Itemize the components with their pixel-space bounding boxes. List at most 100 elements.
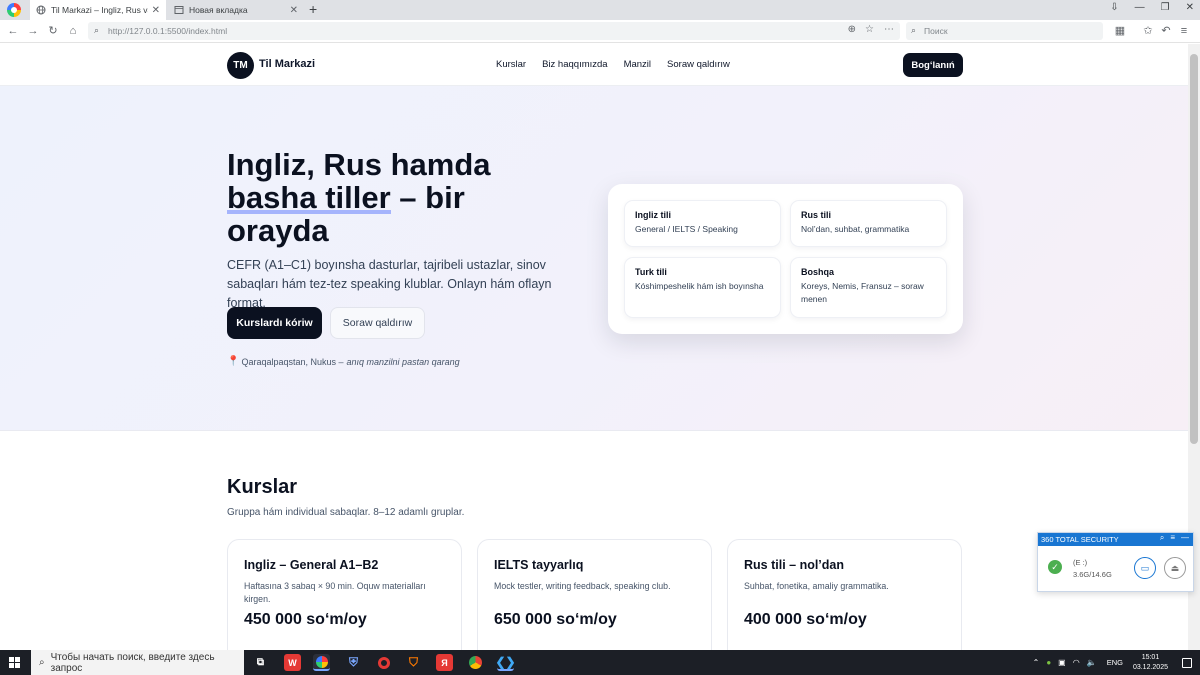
eject-icon[interactable]: ⏏ [1164,557,1186,579]
bookmark-star-icon[interactable]: ☆ [865,24,874,35]
course-price: 400 000 so‘m/oy [744,611,867,628]
tab-title: Til Markazi – Ingliz, Rus va ba [51,5,148,15]
leave-request-button[interactable]: Soraw qaldırıw [330,307,425,339]
network-icon[interactable]: ▣ [1058,658,1066,667]
location-note: anıq manzilni pastan qarang [346,356,460,367]
browser-logo-icon[interactable] [7,3,21,17]
language-indicator[interactable]: ENG [1107,658,1123,667]
language-name: Rus tili [801,210,832,220]
browser-search-input[interactable]: ⌕ Поиск [906,22,1103,40]
search-icon: ⌕ [39,657,45,668]
nav-link-request[interactable]: Soraw qaldırıw [667,59,730,70]
reload-icon[interactable]: ↻ [46,23,60,39]
contact-button[interactable]: Bog‘lanıń [903,53,963,77]
system-tray: ⌃ ● ▣ ◠ 🔈 ENG 15:01 03.12.2025 [1033,650,1200,675]
language-name: Ingliz tili [635,210,671,220]
pin-icon: 📍 [227,356,240,367]
url-text: http://127.0.0.1:5500/index.html [108,26,228,36]
scrollbar-thumb[interactable] [1190,54,1198,444]
window-controls: ⇩ — ❐ ✕ [1110,2,1194,13]
zoom-icon[interactable]: ⊕ [848,24,856,35]
language-card-russian[interactable]: Rus tili Nol’dan, suhbat, grammatika [790,200,947,247]
volume-icon[interactable]: 🔈 [1087,658,1097,667]
nav-link-about[interactable]: Biz haqqımızda [542,59,607,70]
logo-text[interactable]: Til Markazi [259,58,315,70]
brave-icon[interactable]: ⛉ [405,654,422,671]
hero-title: Ingliz, Rus hamda basha tiller – bir ora… [227,148,557,247]
shield-app-icon[interactable]: ⛨ [345,654,362,671]
menu-icon[interactable]: ≡ [1177,23,1191,39]
language-name: Boshqa [801,267,835,277]
downloads-icon[interactable]: ⇩ [1110,2,1118,13]
security-popup-header: 360 TOTAL SECURITY ⌕ ≡ — [1038,533,1193,546]
vscode-icon[interactable]: ❮❯ [495,654,516,671]
language-card-turkish[interactable]: Turk tili Kóshimpeshelik hám ish boyınsh… [624,257,781,318]
search-icon: ⌕ [911,25,917,35]
main-nav: Kurslar Biz haqqımızda Manzil Soraw qald… [496,59,730,70]
browser-tab-active[interactable]: Til Markazi – Ingliz, Rus va ba ✕ [30,0,166,20]
minimize-icon[interactable]: — [1135,2,1145,13]
yandex-icon[interactable]: Я [436,654,453,671]
clock-date: 03.12.2025 [1132,663,1168,671]
taskbar: ⌕ Чтобы начать поиск, введите здесь запр… [0,650,1200,675]
taskbar-search-input[interactable]: ⌕ Чтобы начать поиск, введите здесь запр… [31,650,244,675]
course-title: Rus tili – nol’dan [744,558,845,572]
favorites-icon[interactable]: ✩ [1141,23,1155,39]
search-icon: ⌕ [94,25,100,35]
browser-app-icon[interactable] [313,654,330,671]
logo-badge[interactable]: TM [227,52,254,79]
view-courses-button[interactable]: Kurslardı kóriw [227,307,322,339]
hero-title-highlight: basha tiller [227,180,391,215]
wifi-icon[interactable]: ◠ [1073,658,1080,667]
wps-office-icon[interactable]: W [284,654,301,671]
restore-icon[interactable]: ❐ [1161,2,1170,13]
close-window-icon[interactable]: ✕ [1186,2,1194,13]
menu-icon[interactable]: ≡ [1170,533,1175,543]
folder-icon[interactable]: ▭ [1134,557,1156,579]
courses-subtitle: Gruppa hám individual sabaqlar. 8–12 ada… [227,507,465,518]
check-icon: ✓ [1048,560,1062,574]
drive-info: (E :) 3.6G/14.6G [1073,557,1112,581]
new-tab-icon[interactable]: + [309,1,317,17]
drive-label: (E :) [1073,558,1088,567]
minimize-icon[interactable]: — [1181,533,1189,543]
tab-close-icon[interactable]: ✕ [290,5,298,16]
clock[interactable]: 15:01 03.12.2025 [1133,653,1168,673]
course-card[interactable]: IELTS tayyarlıq Mock testler, writing fe… [477,539,712,650]
forward-icon[interactable]: → [26,23,40,39]
address-bar[interactable]: ⌕ http://127.0.0.1:5500/index.html ⊕ ☆ ⋯ [88,22,900,40]
back-icon[interactable]: ← [6,23,20,39]
nav-link-address[interactable]: Manzil [624,59,651,70]
drive-size: 3.6G/14.6G [1073,570,1112,579]
chrome-icon[interactable] [467,654,484,671]
security-popup: 360 TOTAL SECURITY ⌕ ≡ — ✓ (E :) 3.6G/14… [1037,532,1194,592]
chevron-up-icon[interactable]: ⌃ [1033,658,1040,667]
course-card[interactable]: Rus tili – nol’dan Suhbat, fonetika, ama… [727,539,962,650]
opera-icon[interactable] [375,654,392,671]
page-icon [174,5,184,15]
language-card-other[interactable]: Boshqa Koreys, Nemis, Fransuz – soraw me… [790,257,947,318]
clock-time: 15:01 [1141,653,1160,661]
languages-panel: Ingliz tili General / IELTS / Speaking R… [608,184,963,334]
search-icon[interactable]: ⌕ [1160,533,1164,543]
undo-icon[interactable]: ↶ [1159,23,1173,39]
language-name: Turk tili [635,267,667,277]
security-tray-icon[interactable]: ● [1046,658,1051,667]
courses-title: Kurslar [227,476,298,498]
course-card[interactable]: Ingliz – General A1–B2 Haftasına 3 sabaq… [227,539,462,650]
task-view-icon[interactable]: ⧉ [252,654,269,671]
home-icon[interactable]: ⌂ [66,23,80,39]
browser-tab[interactable]: Новая вкладка ✕ [168,0,304,20]
grid-icon[interactable]: ▦ [1113,23,1127,39]
language-desc: Kóshimpeshelik hám ish boyınsha [635,281,764,291]
notifications-icon[interactable] [1182,657,1192,668]
search-placeholder: Поиск [924,26,948,36]
windows-start-icon[interactable] [9,657,20,668]
more-icon[interactable]: ⋯ [884,24,894,35]
taskbar-search-placeholder: Чтобы начать поиск, введите здесь запрос [50,651,215,674]
hero-section: Ingliz, Rus hamda basha tiller – bir ora… [0,86,1188,431]
language-card-english[interactable]: Ingliz tili General / IELTS / Speaking [624,200,781,247]
course-desc: Mock testler, writing feedback, speaking… [494,581,671,591]
tab-close-icon[interactable]: ✕ [152,5,160,16]
nav-link-courses[interactable]: Kurslar [496,59,526,70]
